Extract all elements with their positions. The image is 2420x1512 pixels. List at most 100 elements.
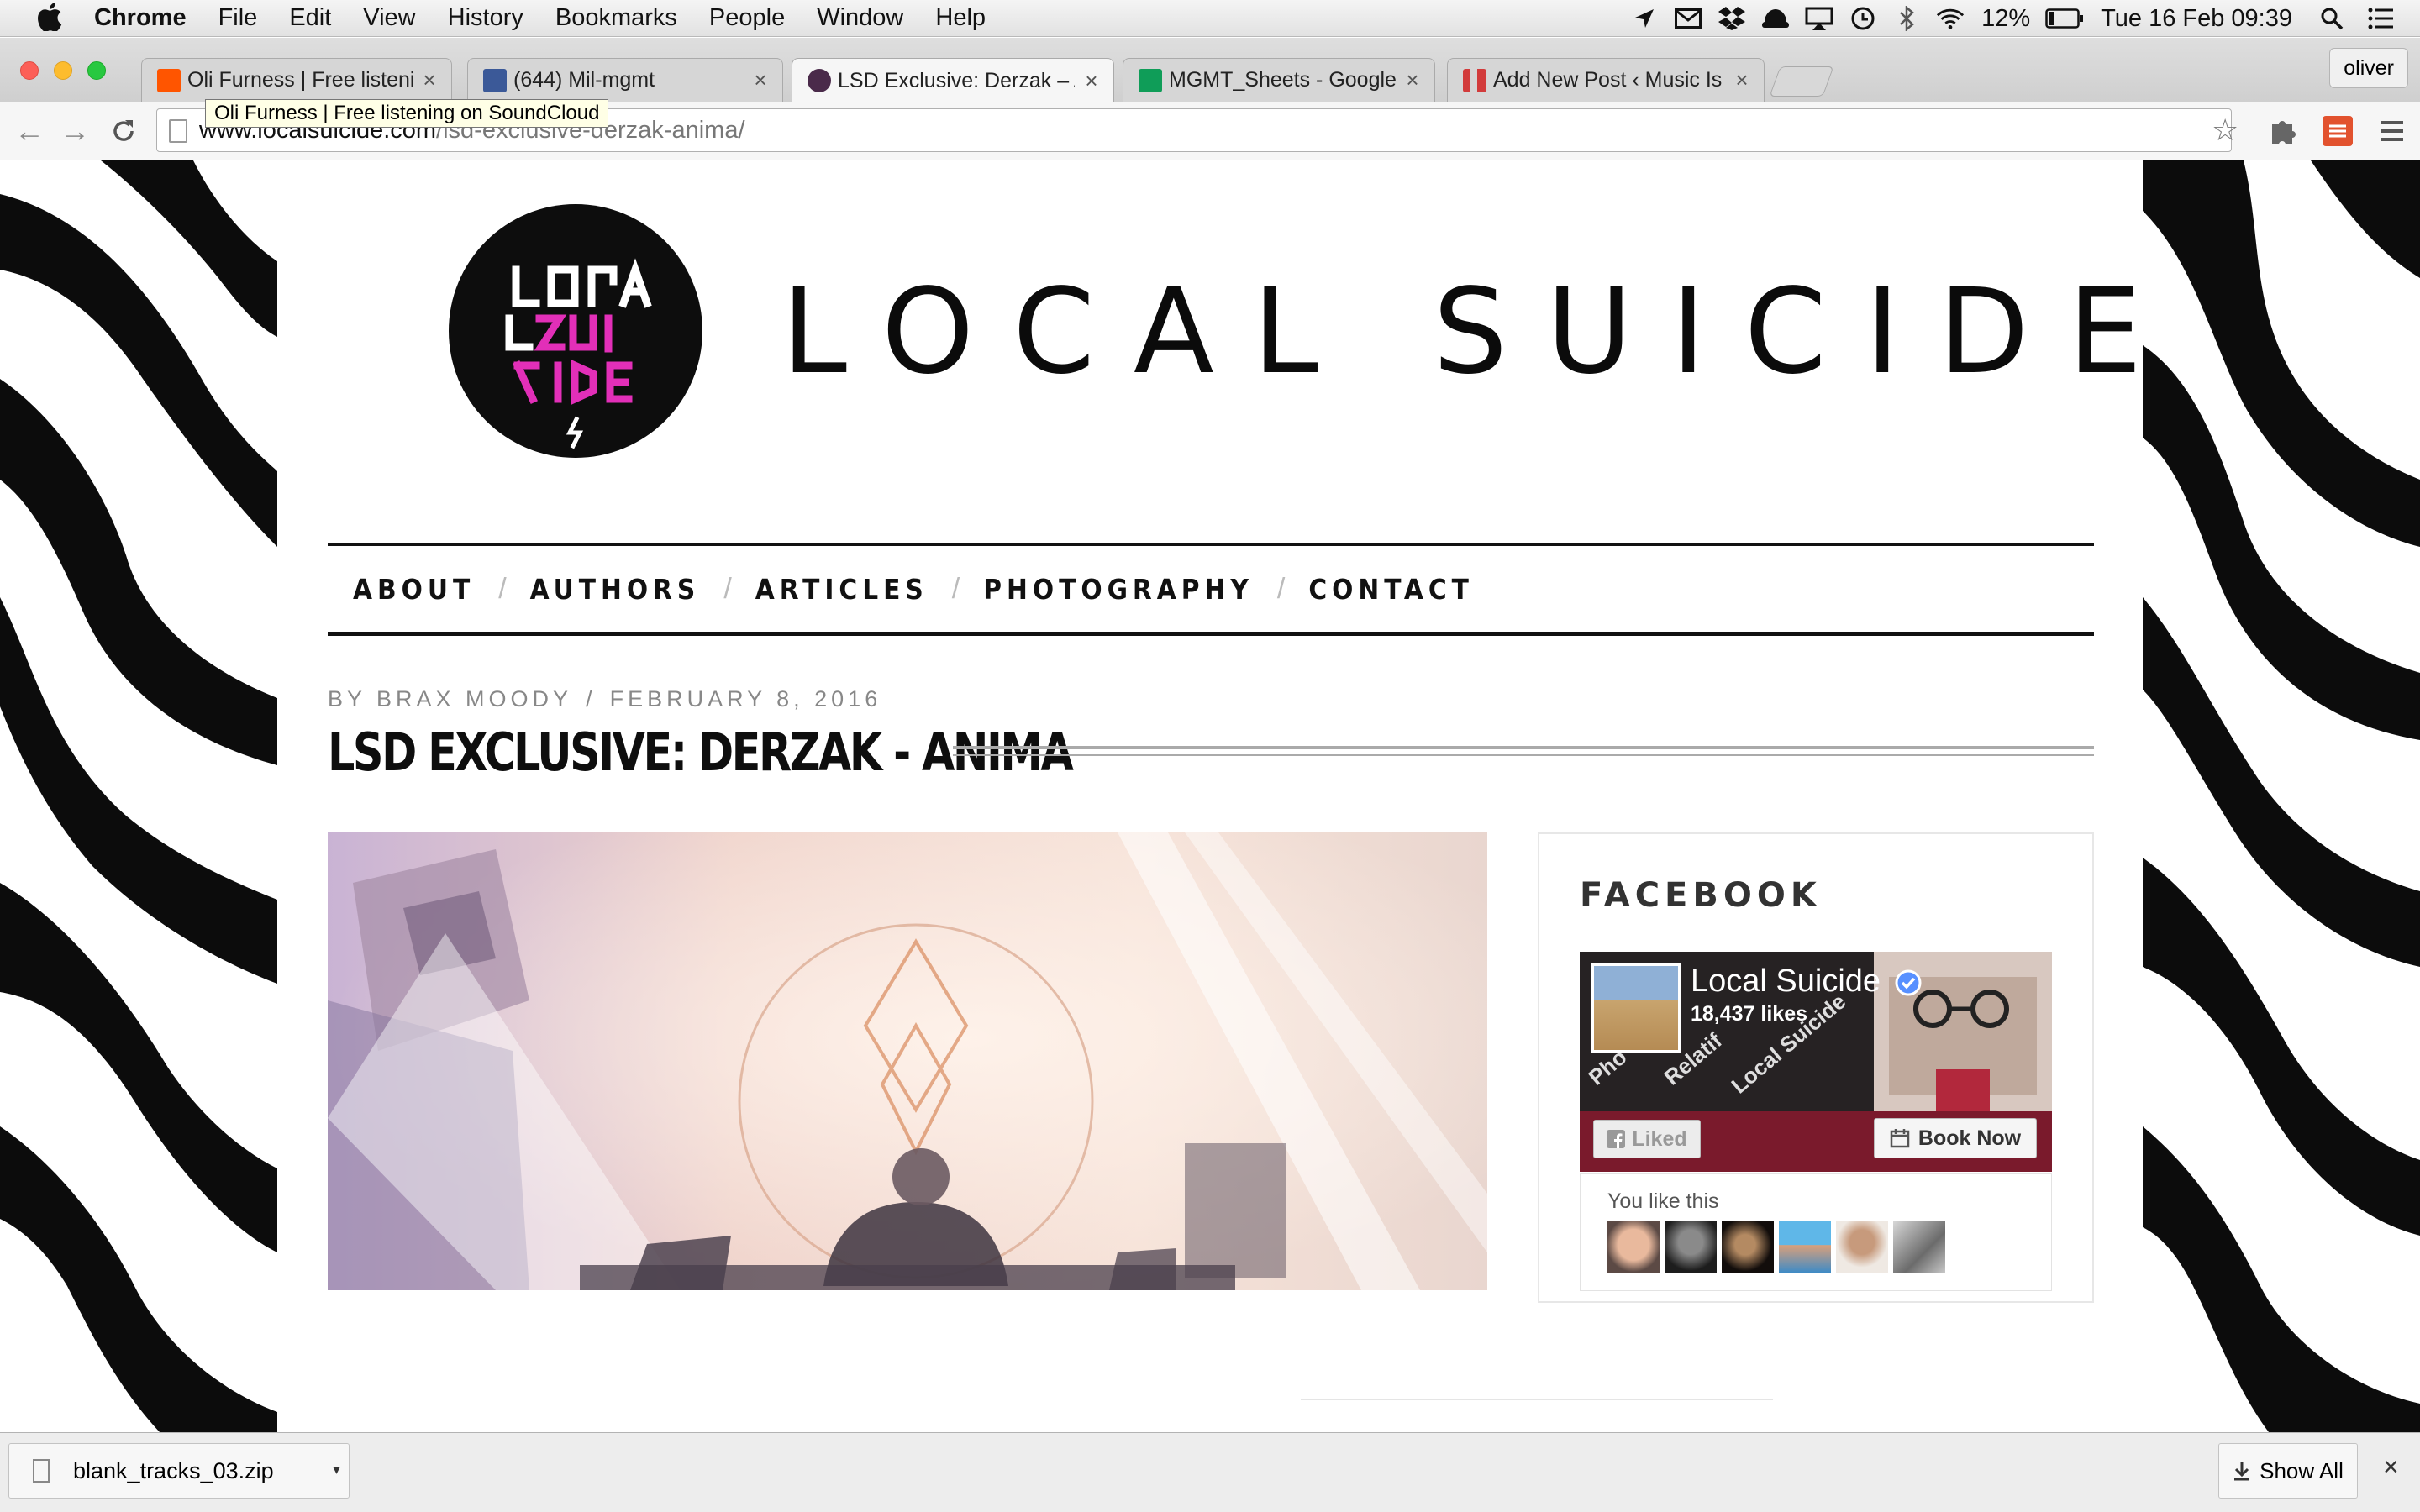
- tab-local-suicide[interactable]: LSD Exclusive: Derzak – Ar ×: [792, 58, 1114, 102]
- nav-photography[interactable]: PHOTOGRAPHY: [983, 573, 1254, 606]
- facebook-widget: FACEBOOK Pho Relatif Local Suicide Local…: [1538, 832, 2094, 1303]
- facebook-f-icon: [1607, 1130, 1626, 1148]
- post-date: FEBRUARY 8, 2016: [609, 686, 882, 711]
- facebook-page-name-text[interactable]: Local Suicide: [1691, 963, 1881, 999]
- friend-avatar[interactable]: [1836, 1221, 1888, 1273]
- calendar-icon: [1890, 1129, 1910, 1148]
- nav-about[interactable]: ABOUT: [353, 573, 475, 606]
- menu-file[interactable]: File: [218, 4, 258, 32]
- download-arrow-icon: [2234, 1462, 2250, 1481]
- facebook-page-plugin[interactable]: Pho Relatif Local Suicide Local Suicide: [1580, 952, 2052, 1172]
- download-shelf: blank_tracks_03.zip ▾ Show All ×: [0, 1432, 2420, 1512]
- download-menu-chevron-down-icon[interactable]: ▾: [324, 1444, 349, 1498]
- nav-contact[interactable]: CONTACT: [1308, 573, 1474, 606]
- forward-arrow-icon[interactable]: →: [57, 113, 92, 149]
- post-byline: BY BRAX MOODY / FEBRUARY 8, 2016: [328, 686, 881, 712]
- facebook-favicon-icon: [483, 68, 507, 92]
- facebook-book-now-button[interactable]: Book Now: [1874, 1118, 2037, 1158]
- extensions-puzzle-icon[interactable]: [2267, 114, 2301, 148]
- time-machine-icon[interactable]: [1849, 4, 1877, 33]
- tab-close-icon[interactable]: ×: [750, 67, 771, 93]
- download-item[interactable]: blank_tracks_03.zip ▾: [8, 1443, 350, 1499]
- download-filename: blank_tracks_03.zip: [73, 1457, 274, 1483]
- menu-history[interactable]: History: [448, 4, 523, 32]
- tab-soundcloud[interactable]: Oli Furness | Free listening ×: [141, 58, 452, 102]
- tab-title: Oli Furness | Free listening: [187, 68, 413, 92]
- tab-close-icon[interactable]: ×: [1402, 67, 1423, 93]
- menu-view[interactable]: View: [363, 4, 415, 32]
- tab-close-icon[interactable]: ×: [419, 67, 439, 93]
- friend-avatar[interactable]: [1779, 1221, 1831, 1273]
- main-navigation: ABOUT / AUTHORS / ARTICLES / PHOTOGRAPHY…: [328, 543, 2094, 636]
- zebra-background-left: [0, 160, 277, 1432]
- cloud-helmet-icon[interactable]: [1761, 4, 1790, 33]
- friend-avatar[interactable]: [1722, 1221, 1774, 1273]
- sidebar-divider: [1301, 1399, 1773, 1400]
- site-logo[interactable]: [449, 204, 702, 458]
- google-sheets-favicon-icon: [1139, 68, 1162, 92]
- facebook-facepile: You like this: [1580, 1173, 2052, 1291]
- window-zoom-button[interactable]: [87, 61, 106, 80]
- spotlight-search-icon[interactable]: [2317, 4, 2346, 33]
- facebook-book-now-label: Book Now: [1918, 1126, 2022, 1150]
- macos-menu-bar: Chrome File Edit View History Bookmarks …: [0, 0, 2420, 37]
- tab-title: Add New Post ‹ Music Is L: [1493, 68, 1725, 92]
- nav-articles[interactable]: ARTICLES: [755, 573, 929, 606]
- menu-help[interactable]: Help: [935, 4, 986, 32]
- facebook-you-like-text: You like this: [1607, 1189, 1719, 1213]
- chrome-menu-icon[interactable]: [2375, 114, 2408, 148]
- post-author[interactable]: BY BRAX MOODY: [328, 686, 572, 711]
- facebook-page-thumbnail[interactable]: [1591, 963, 1681, 1053]
- new-tab-button[interactable]: [1769, 66, 1834, 97]
- site-title[interactable]: LOCAL SUICIDE: [781, 270, 2181, 396]
- tab-facebook[interactable]: (644) Mil-mgmt ×: [467, 58, 783, 102]
- facebook-page-name[interactable]: Local Suicide: [1691, 963, 1922, 1000]
- window-minimize-button[interactable]: [54, 61, 72, 80]
- nav-separator: /: [951, 572, 960, 605]
- airplay-icon[interactable]: [1805, 4, 1833, 33]
- music-blog-favicon-icon: [1463, 68, 1486, 92]
- nav-authors[interactable]: AUTHORS: [530, 573, 701, 606]
- post-hero-image[interactable]: [328, 832, 1487, 1290]
- profile-button[interactable]: oliver: [2329, 48, 2408, 88]
- layers-extension-icon[interactable]: [2321, 114, 2354, 148]
- title-divider: [953, 746, 2094, 756]
- mail-icon[interactable]: [1674, 4, 1702, 33]
- bookmark-star-icon[interactable]: ☆: [2212, 112, 2238, 149]
- friend-avatar[interactable]: [1607, 1221, 1660, 1273]
- tab-title: MGMT_Sheets - Google Sh: [1169, 68, 1396, 92]
- menu-window[interactable]: Window: [817, 4, 903, 32]
- friend-avatar[interactable]: [1893, 1221, 1945, 1273]
- bluetooth-icon[interactable]: [1892, 4, 1921, 33]
- reload-icon[interactable]: [106, 113, 141, 149]
- tab-title: LSD Exclusive: Derzak – Ar: [838, 68, 1075, 92]
- tab-close-icon[interactable]: ×: [1081, 68, 1102, 94]
- tab-title: (644) Mil-mgmt: [513, 68, 655, 92]
- zebra-background-right: [2143, 160, 2420, 1432]
- apple-menu-icon[interactable]: [34, 2, 66, 34]
- menu-people[interactable]: People: [709, 4, 785, 32]
- status-area: 12% Tue 16 Feb 09:39: [1615, 0, 2395, 37]
- tab-close-icon[interactable]: ×: [1732, 67, 1752, 93]
- battery-icon[interactable]: [2045, 4, 2084, 33]
- nav-separator: /: [723, 572, 732, 605]
- facebook-liked-label: Liked: [1632, 1126, 1687, 1151]
- menu-edit[interactable]: Edit: [289, 4, 331, 32]
- verified-check-icon: [1895, 969, 1922, 996]
- tab-google-sheets[interactable]: MGMT_Sheets - Google Sh ×: [1123, 58, 1435, 102]
- notification-center-icon[interactable]: [2366, 4, 2395, 33]
- menu-bookmarks[interactable]: Bookmarks: [555, 4, 677, 32]
- back-arrow-icon[interactable]: ←: [12, 113, 47, 149]
- show-all-downloads-button[interactable]: Show All: [2218, 1443, 2358, 1499]
- close-shelf-icon[interactable]: ×: [2383, 1452, 2399, 1483]
- dropbox-icon[interactable]: [1718, 4, 1746, 33]
- wifi-icon[interactable]: [1936, 4, 1965, 33]
- friend-avatar[interactable]: [1665, 1221, 1717, 1273]
- menu-app-chrome[interactable]: Chrome: [94, 4, 187, 32]
- window-close-button[interactable]: [20, 61, 39, 80]
- facebook-liked-button[interactable]: Liked: [1593, 1120, 1701, 1158]
- clock[interactable]: Tue 16 Feb 09:39: [2101, 5, 2292, 33]
- location-arrow-icon[interactable]: [1630, 4, 1659, 33]
- file-icon: [33, 1459, 50, 1483]
- tab-add-new-post[interactable]: Add New Post ‹ Music Is L ×: [1447, 58, 1765, 102]
